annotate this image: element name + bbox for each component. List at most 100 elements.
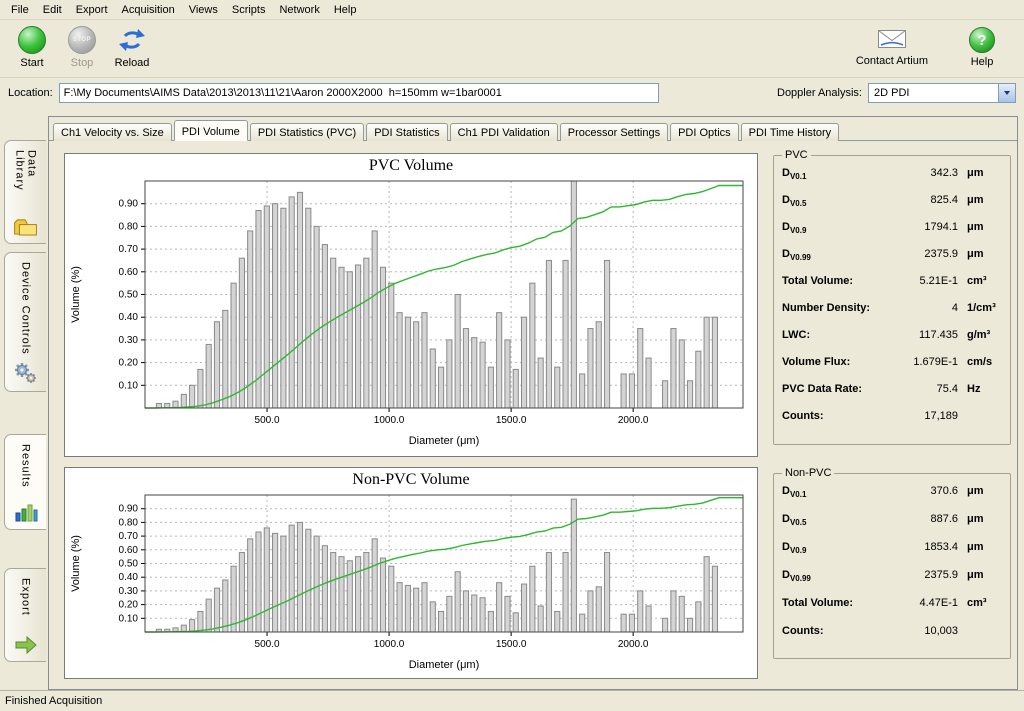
pvc-panel-title: PVC bbox=[782, 149, 811, 161]
tab-bar: Ch1 Velocity vs. Size PDI Volume PDI Sta… bbox=[49, 117, 1017, 141]
svg-text:0.40: 0.40 bbox=[119, 312, 139, 323]
pvc-counts-row: Counts: 17,189 bbox=[782, 410, 1002, 437]
application-window: File Edit Export Acquisition Views Scrip… bbox=[0, 0, 1024, 711]
svg-text:500.0: 500.0 bbox=[255, 415, 280, 426]
dropdown-arrow-button[interactable] bbox=[998, 84, 1015, 102]
svg-text:0.60: 0.60 bbox=[119, 545, 139, 556]
sidebar-item-export[interactable]: Export bbox=[4, 568, 46, 662]
svg-text:0.20: 0.20 bbox=[119, 358, 139, 369]
svg-text:0.30: 0.30 bbox=[119, 335, 139, 346]
start-icon bbox=[18, 26, 46, 54]
contact-artium-button[interactable]: Contact Artium bbox=[856, 24, 928, 68]
toolbar: Start STOP Stop Reload Contact Artiu bbox=[0, 20, 1024, 78]
nonpvc-volume-plot: 0.10 0.20 0.30 0.40 0.50 0.60 0.70 0.80 0.90 500.… bbox=[65, 490, 755, 674]
sidebar-item-label: Export bbox=[20, 578, 32, 616]
svg-text:500.0: 500.0 bbox=[255, 639, 280, 650]
pvc-volume-flux-row: Volume Flux: 1.679E-1cm/s bbox=[782, 356, 1002, 383]
doppler-analysis-dropdown[interactable]: 2D PDI bbox=[868, 83, 1016, 103]
tab-pdi-statistics-pvc[interactable]: PDI Statistics (PVC) bbox=[250, 123, 364, 141]
nonpvc-dv01-row: DV0.1 370.6μm bbox=[782, 485, 1002, 513]
svg-text:Diameter (μm): Diameter (μm) bbox=[409, 659, 480, 671]
tab-pdi-optics[interactable]: PDI Optics bbox=[670, 123, 739, 141]
svg-text:0.70: 0.70 bbox=[119, 531, 139, 542]
nonpvc-counts-row: Counts: 10,003 bbox=[782, 625, 1002, 653]
pvc-dv099-row: DV0.99 2375.9μm bbox=[782, 248, 1002, 275]
nonpvc-total-volume-row: Total Volume: 4.47E-1cm³ bbox=[782, 597, 1002, 625]
svg-text:0.40: 0.40 bbox=[119, 572, 139, 583]
menu-item-help[interactable]: Help bbox=[327, 1, 364, 19]
chart-title: PVC Volume bbox=[65, 154, 757, 176]
tab-pdi-time-history[interactable]: PDI Time History bbox=[741, 123, 840, 141]
pvc-volume-chart: PVC Volume 0.100.200.300.400.500.600.700… bbox=[64, 153, 758, 457]
sidebar-item-label: Device Controls bbox=[20, 262, 32, 355]
location-input[interactable] bbox=[59, 83, 659, 103]
svg-text:0.60: 0.60 bbox=[119, 267, 139, 278]
main-panel: Ch1 Velocity vs. Size PDI Volume PDI Sta… bbox=[48, 116, 1018, 690]
pvc-total-volume-row: Total Volume: 5.21E-1cm³ bbox=[782, 275, 1002, 302]
reload-label: Reload bbox=[115, 57, 150, 69]
tab-ch1-velocity-vs-size[interactable]: Ch1 Velocity vs. Size bbox=[53, 123, 172, 141]
doppler-analysis-value: 2D PDI bbox=[869, 87, 998, 99]
help-button[interactable]: ? Help bbox=[960, 24, 1004, 68]
svg-text:Volume (%): Volume (%) bbox=[70, 535, 82, 592]
svg-text:0.20: 0.20 bbox=[119, 600, 139, 611]
svg-text:0.90: 0.90 bbox=[119, 504, 139, 515]
menu-item-views[interactable]: Views bbox=[182, 1, 225, 19]
start-label: Start bbox=[20, 57, 43, 69]
chevron-down-icon bbox=[1004, 91, 1010, 95]
nonpvc-dv05-row: DV0.5 887.6μm bbox=[782, 513, 1002, 541]
menu-item-network[interactable]: Network bbox=[272, 1, 326, 19]
menu-item-edit[interactable]: Edit bbox=[36, 1, 69, 19]
pvc-dv05-row: DV0.5 825.4μm bbox=[782, 194, 1002, 221]
svg-text:1500.0: 1500.0 bbox=[496, 415, 527, 426]
tab-ch1-pdi-validation[interactable]: Ch1 PDI Validation bbox=[450, 123, 558, 141]
svg-text:0.80: 0.80 bbox=[119, 221, 139, 232]
menu-item-file[interactable]: File bbox=[4, 1, 36, 19]
tab-pdi-volume[interactable]: PDI Volume bbox=[174, 120, 248, 141]
svg-text:0.50: 0.50 bbox=[119, 559, 139, 570]
pvc-data-rate-row: PVC Data Rate: 75.4Hz bbox=[782, 383, 1002, 410]
svg-text:0.30: 0.30 bbox=[119, 586, 139, 597]
svg-text:0.10: 0.10 bbox=[119, 380, 139, 391]
svg-text:Diameter (μm): Diameter (μm) bbox=[409, 435, 480, 447]
nonpvc-dv099-row: DV0.99 2375.9μm bbox=[782, 569, 1002, 597]
folder-icon bbox=[13, 218, 39, 237]
menu-item-scripts[interactable]: Scripts bbox=[225, 1, 273, 19]
menu-item-export[interactable]: Export bbox=[69, 1, 115, 19]
stop-icon: STOP bbox=[68, 26, 96, 54]
sidebar-item-device-controls[interactable]: Device Controls bbox=[4, 252, 46, 392]
results-chart-icon bbox=[14, 501, 38, 523]
tab-processor-settings[interactable]: Processor Settings bbox=[560, 123, 668, 141]
sidebar-item-results[interactable]: Results bbox=[4, 434, 46, 530]
svg-text:1000.0: 1000.0 bbox=[374, 415, 405, 426]
sidebar-item-data-library[interactable]: Data Library bbox=[4, 140, 46, 244]
pvc-dv01-row: DV0.1 342.3μm bbox=[782, 167, 1002, 194]
reload-icon bbox=[117, 26, 147, 54]
location-label: Location: bbox=[8, 87, 53, 99]
nonpvc-dv09-row: DV0.9 1853.4μm bbox=[782, 541, 1002, 569]
svg-text:2000.0: 2000.0 bbox=[618, 415, 649, 426]
gears-icon bbox=[13, 361, 39, 385]
nonpvc-stats-panel: Non-PVC DV0.1 370.6μm DV0.5 887.6μm DV0.… bbox=[773, 467, 1011, 659]
stop-button: STOP Stop bbox=[60, 24, 104, 69]
status-bar: Finished Acquisition bbox=[0, 690, 1024, 711]
tab-pdi-statistics[interactable]: PDI Statistics bbox=[366, 123, 447, 141]
doppler-analysis-label: Doppler Analysis: bbox=[777, 87, 862, 99]
start-button[interactable]: Start bbox=[10, 24, 54, 69]
sidebar: Data Library Device Controls bbox=[0, 118, 47, 689]
contact-artium-envelope-icon bbox=[876, 26, 908, 52]
location-bar: Location: Doppler Analysis: 2D PDI bbox=[0, 78, 1024, 108]
reload-button[interactable]: Reload bbox=[110, 24, 154, 69]
svg-text:0.50: 0.50 bbox=[119, 290, 139, 301]
contact-artium-label: Contact Artium bbox=[856, 55, 928, 67]
svg-text:0.70: 0.70 bbox=[119, 244, 139, 255]
stop-label: Stop bbox=[71, 57, 94, 69]
menu-bar: File Edit Export Acquisition Views Scrip… bbox=[0, 0, 1024, 20]
svg-text:0.10: 0.10 bbox=[119, 613, 139, 624]
svg-text:0.90: 0.90 bbox=[119, 199, 139, 210]
pvc-volume-plot: 0.10 0.20 0.30 0.40 0.50 0.60 0.70 0.80 0.90 500.… bbox=[65, 176, 755, 450]
chart-title: Non-PVC Volume bbox=[65, 468, 757, 490]
pvc-lwc-row: LWC: 117.435g/m³ bbox=[782, 329, 1002, 356]
svg-text:0.80: 0.80 bbox=[119, 517, 139, 528]
menu-item-acquisition[interactable]: Acquisition bbox=[115, 1, 182, 19]
